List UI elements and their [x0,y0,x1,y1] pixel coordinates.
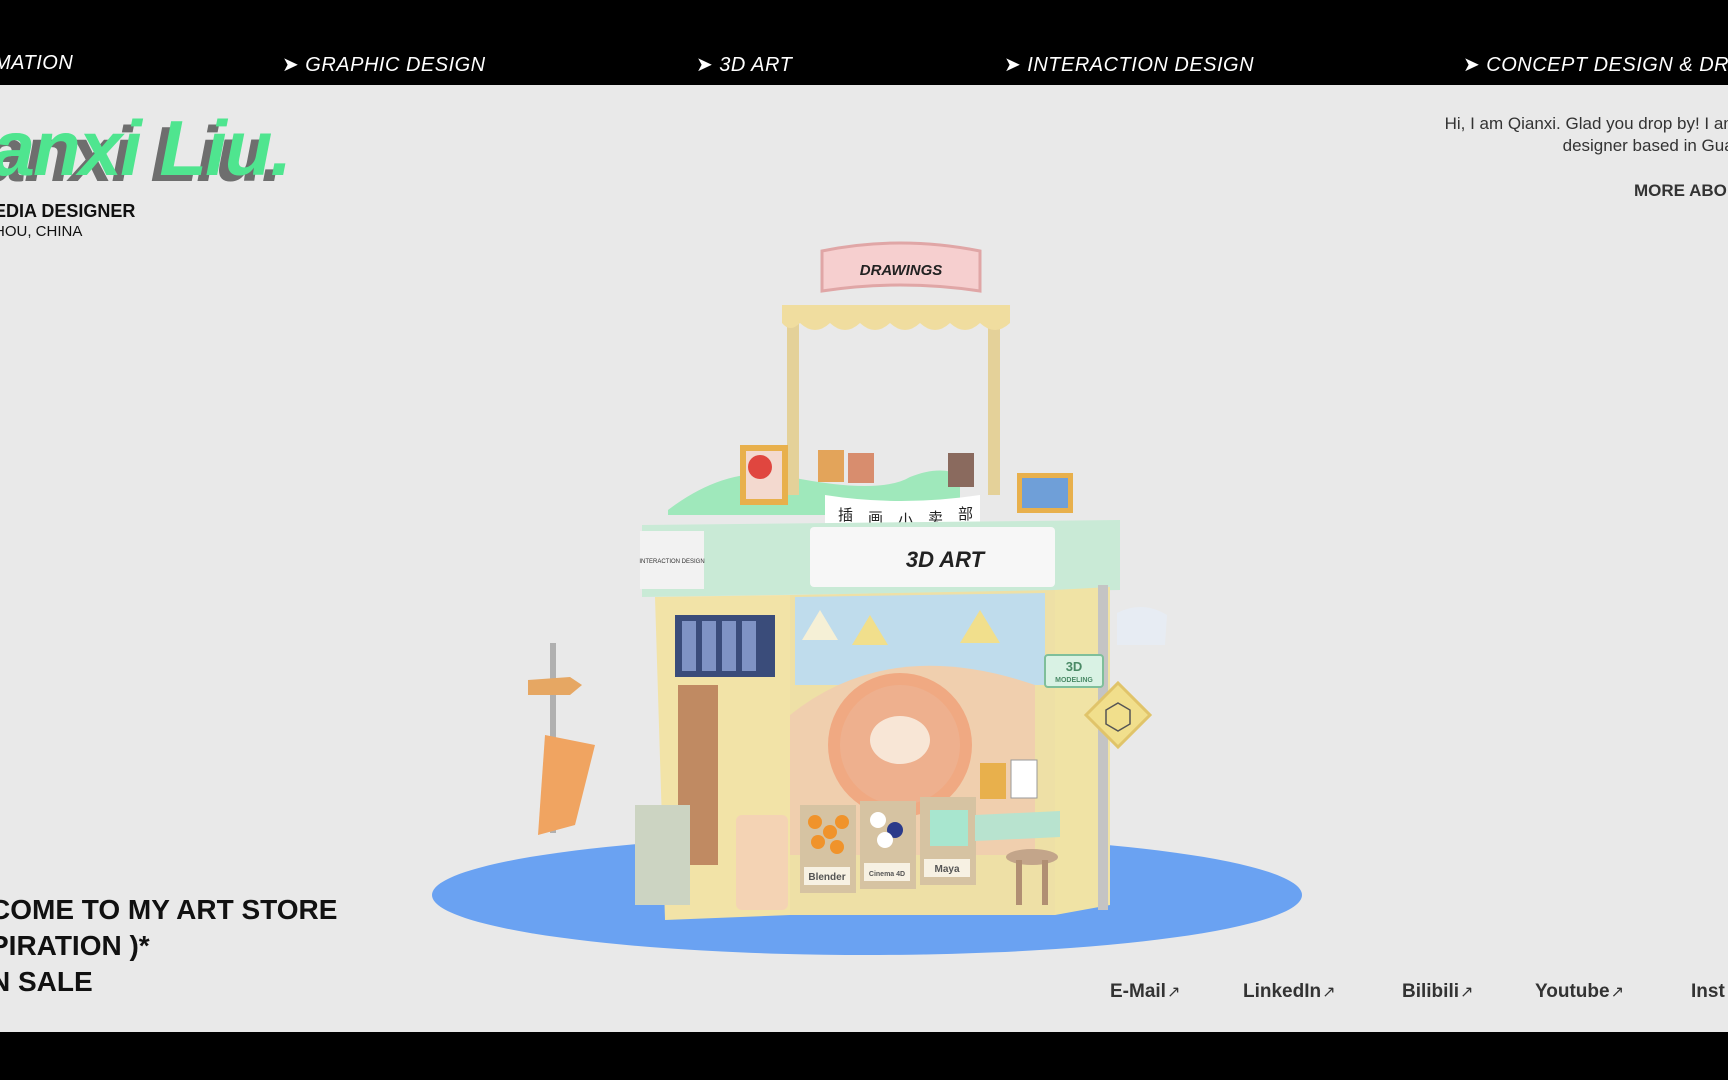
drawings-sign-text: DRAWINGS [860,262,943,279]
direction-sign [528,677,582,695]
intro-line: designer based in Guangzho [1562,136,1728,155]
white-ball [877,832,893,848]
bilibili-link[interactable]: Bilibili↗ [1402,981,1473,1003]
ticker-item-label: GRAPHIC DESIGN [305,54,486,76]
menu-board [722,621,736,671]
banner-char: 部 [958,505,973,523]
menu-board [702,621,716,671]
3d-modeling-sign-text: 3D [1066,659,1083,674]
easel-canvas [1022,478,1068,508]
orange-ball [808,815,822,829]
side-cabinet [635,805,690,905]
crate-label-blender: Blender [808,872,845,883]
ticker-item-animation[interactable]: MATION [0,52,73,75]
green-tiles [930,810,968,846]
instagram-link-label: Inst [1691,981,1725,1002]
stool-leg [1042,860,1048,905]
awning-pole [787,315,799,495]
linkedin-link-label: LinkedIn [1243,981,1322,1002]
arrow-icon: ➤ [696,54,714,76]
youtube-link-label: Youtube [1535,981,1610,1002]
ticker-item-label: MATION [0,52,74,74]
email-link[interactable]: E-Mail↗ [1110,981,1180,1003]
menu-board [682,621,696,671]
art-store-3d-illustration[interactable]: DRAWINGS 插 画 小 卖 部 3D ART INTERACTION DE… [420,215,1320,975]
bottom-letterbox-bar [0,1032,1728,1080]
site-logo-name[interactable]: ianxi Liu. [0,103,292,194]
welcome-line: COME TO MY ART STORE [0,894,338,925]
ticker-item-label: 3D ART [719,54,793,76]
arrow-icon: ➤ [282,54,300,76]
small-frame [948,453,974,487]
external-arrow-icon: ↗ [1610,984,1624,1001]
counter-frame [980,763,1006,799]
small-frame [818,450,844,482]
intro-text: Hi, I am Qianxi. Glad you drop by! I am … [1340,113,1728,157]
email-link-label: E-Mail [1110,981,1166,1002]
intro-line: Hi, I am Qianxi. Glad you drop by! I am … [1444,114,1728,133]
linkedin-link[interactable]: LinkedIn↗ [1243,981,1336,1003]
3d-art-sign-text: 3D ART [906,547,986,572]
counter-frame [1010,759,1038,799]
external-arrow-icon: ↗ [1166,984,1181,1001]
external-arrow-icon: ↗ [1460,984,1474,1001]
orange-ball [811,835,825,849]
banner-char: 插 [838,506,853,524]
interaction-design-sign-text: INTERACTION DESIGN [639,559,704,565]
arrow-icon: ➤ [1004,54,1022,76]
awning-pole [988,315,1000,495]
ticker-item-concept-design[interactable]: ➤ CONCEPT DESIGN & DRA [1463,52,1728,77]
arrow-icon: ➤ [1463,54,1481,76]
crate-label-cinema4d: Cinema 4D [869,871,905,878]
crate-label-maya: Maya [934,864,959,875]
location-text: HOU, CHINA [0,223,83,240]
desk-lamp [538,735,595,835]
category-ticker: MATION ➤ GRAPHIC DESIGN ➤ 3D ART ➤ INTERACT… [0,0,1728,85]
stool-leg [1016,860,1022,905]
striped-awning [1117,606,1167,645]
3d-modeling-sign-text: MODELING [1055,677,1093,684]
menu-board [742,621,756,671]
clay-jar [736,815,788,910]
welcome-line: N SALE [0,966,93,997]
heart-character-icon [748,455,772,479]
orange-ball [823,825,837,839]
more-about-link[interactable]: MORE ABO [1634,181,1727,201]
bilibili-link-label: Bilibili [1402,981,1459,1002]
hero-stage: ianxi Liu. EDIA DESIGNER HOU, CHINA Hi, … [0,85,1728,1032]
monkey-head-icon [870,716,930,764]
welcome-line: PIRATION )* [0,930,150,961]
small-frame [848,453,874,483]
ticker-item-graphic-design[interactable]: ➤ GRAPHIC DESIGN [282,52,486,77]
ticker-item-3d-art[interactable]: ➤ 3D ART [696,52,792,77]
wooden-stool [1006,849,1058,865]
role-title: EDIA DESIGNER [0,201,136,221]
youtube-link[interactable]: Youtube↗ [1535,981,1624,1003]
rooftop-awning [782,305,1010,330]
orange-ball [830,840,844,854]
external-arrow-icon: ↗ [1322,984,1336,1001]
ticker-item-interaction-design[interactable]: ➤ INTERACTION DESIGN [1004,52,1254,77]
ticker-item-label: CONCEPT DESIGN & DRA [1486,54,1728,76]
ticker-item-label: INTERACTION DESIGN [1027,54,1255,76]
orange-ball [835,815,849,829]
instagram-link[interactable]: Inst [1691,981,1725,1003]
counter [975,811,1060,841]
street-pole [1098,585,1108,910]
white-ball [870,812,886,828]
welcome-message: COME TO MY ART STORE PIRATION )* N SALE [0,892,337,1000]
